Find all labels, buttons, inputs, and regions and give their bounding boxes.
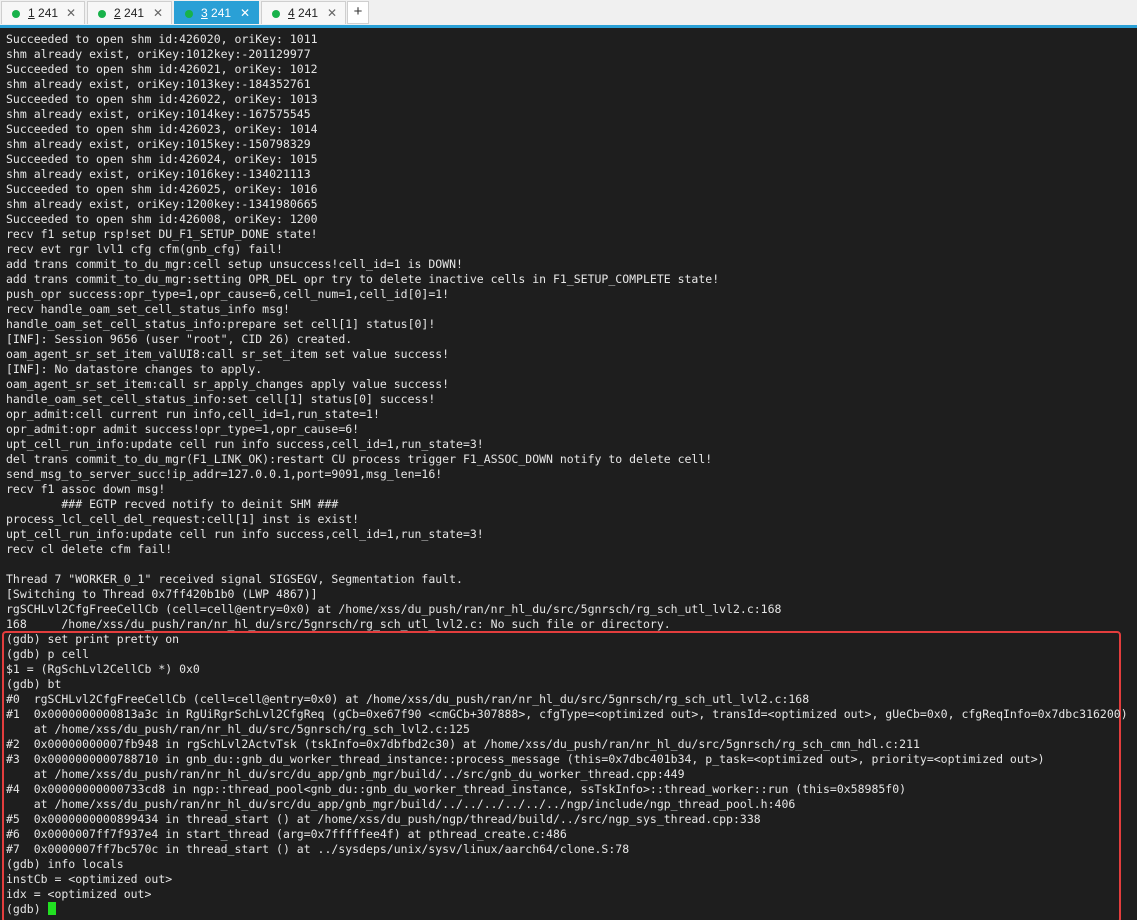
terminal-line: instCb = <optimized out> <box>6 872 173 886</box>
terminal-line: rgSCHLvl2CfgFreeCellCb (cell=cell@entry=… <box>6 602 782 616</box>
terminal-line: recv cl delete cfm fail! <box>6 542 173 556</box>
terminal-line: #6 0x0000007ff7f937e4 in start_thread (a… <box>6 827 567 841</box>
terminal-line: add trans commit_to_du_mgr:cell setup un… <box>6 257 463 271</box>
terminal-line: shm already exist, oriKey:1016key:-13402… <box>6 167 311 181</box>
terminal-line: #3 0x0000000000788710 in gnb_du::gnb_du_… <box>6 752 1045 766</box>
terminal-line: shm already exist, oriKey:1015key:-15079… <box>6 137 311 151</box>
terminal-line: recv f1 assoc down msg! <box>6 482 166 496</box>
terminal-line: 168 /home/xss/du_push/ran/nr_hl_du/src/5… <box>6 617 671 631</box>
tab-bar: 1 241 ✕ 2 241 ✕ 3 241 ✕ 4 241 ✕ + <box>0 0 1137 26</box>
status-dot-icon <box>98 10 106 18</box>
status-dot-icon <box>12 10 20 18</box>
terminal-line: Succeeded to open shm id:426025, oriKey:… <box>6 182 318 196</box>
terminal-line: #2 0x00000000007fb948 in rgSchLvl2ActvTs… <box>6 737 920 751</box>
terminal-line: Succeeded to open shm id:426022, oriKey:… <box>6 92 318 106</box>
terminal-line: #5 0x0000000000899434 in thread_start ()… <box>6 812 761 826</box>
status-dot-icon <box>272 10 280 18</box>
terminal-line: del trans commit_to_du_mgr(F1_LINK_OK):r… <box>6 452 713 466</box>
terminal-line: shm already exist, oriKey:1013key:-18435… <box>6 77 311 91</box>
tab-label: 3 241 <box>201 6 232 20</box>
close-icon[interactable]: ✕ <box>240 6 250 20</box>
terminal-line: (gdb) bt <box>6 677 62 691</box>
terminal-line: Succeeded to open shm id:426008, oriKey:… <box>6 212 318 226</box>
terminal-line: #0 rgSCHLvl2CfgFreeCellCb (cell=cell@ent… <box>6 692 810 706</box>
terminal-line: recv handle_oam_set_cell_status_info msg… <box>6 302 290 316</box>
terminal-line: oam_agent_sr_set_item_valUI8:call sr_set… <box>6 347 450 361</box>
new-tab-button[interactable]: + <box>347 1 369 24</box>
terminal-line: recv evt rgr lvl1 cfg cfm(gnb_cfg) fail! <box>6 242 283 256</box>
terminal-line: Thread 7 "WORKER_0_1" received signal SI… <box>6 572 463 586</box>
tab-session-3[interactable]: 3 241 ✕ <box>174 1 259 24</box>
terminal-line: opr_admit:opr admit success!opr_type=1,o… <box>6 422 360 436</box>
status-dot-icon <box>185 10 193 18</box>
gdb-prompt[interactable]: (gdb) <box>6 902 56 917</box>
terminal-output[interactable]: Succeeded to open shm id:426020, oriKey:… <box>0 28 1137 920</box>
terminal-line: oam_agent_sr_set_item:call sr_apply_chan… <box>6 377 450 391</box>
terminal-line: upt_cell_run_info:update cell run info s… <box>6 437 484 451</box>
tab-label: 4 241 <box>288 6 319 20</box>
terminal-line: $1 = (RgSchLvl2CellCb *) 0x0 <box>6 662 200 676</box>
close-icon[interactable]: ✕ <box>327 6 337 20</box>
terminal-line: [Switching to Thread 0x7ff420b1b0 (LWP 4… <box>6 587 318 601</box>
close-icon[interactable]: ✕ <box>66 6 76 20</box>
tab-session-1[interactable]: 1 241 ✕ <box>1 1 85 24</box>
terminal-line: process_lcl_cell_del_request:cell[1] ins… <box>6 512 360 526</box>
terminal-line: shm already exist, oriKey:1200key:-13419… <box>6 197 318 211</box>
terminal-line: shm already exist, oriKey:1012key:-20112… <box>6 47 311 61</box>
terminal-line: [INF]: No datastore changes to apply. <box>6 362 263 376</box>
terminal-line: Succeeded to open shm id:426023, oriKey:… <box>6 122 318 136</box>
terminal-line: send_msg_to_server_succ!ip_addr=127.0.0.… <box>6 467 443 481</box>
terminal-line: add trans commit_to_du_mgr:setting OPR_D… <box>6 272 720 286</box>
terminal-line: push_opr success:opr_type=1,opr_cause=6,… <box>6 287 450 301</box>
terminal-line: idx = <optimized out> <box>6 887 152 901</box>
terminal-line: ### EGTP recved notify to deinit SHM ### <box>6 497 339 511</box>
terminal-line: handle_oam_set_cell_status_info:set cell… <box>6 392 436 406</box>
tab-session-4[interactable]: 4 241 ✕ <box>261 1 346 24</box>
terminal-line: (gdb) info locals <box>6 857 124 871</box>
tab-label: 2 241 <box>114 6 145 20</box>
close-icon[interactable]: ✕ <box>153 6 163 20</box>
terminal-line: at /home/xss/du_push/ran/nr_hl_du/src/du… <box>6 767 685 781</box>
terminal-line: opr_admit:cell current run info,cell_id=… <box>6 407 380 421</box>
terminal-line: (gdb) set print pretty on <box>6 632 180 646</box>
tab-session-2[interactable]: 2 241 ✕ <box>87 1 172 24</box>
terminal-line: Succeeded to open shm id:426020, oriKey:… <box>6 32 318 46</box>
terminal-line: #7 0x0000007ff7bc570c in thread_start ()… <box>6 842 630 856</box>
terminal-line: #1 0x0000000000813a3c in RgUiRgrSchLvl2C… <box>6 707 1128 721</box>
prompt-text: (gdb) <box>6 902 48 916</box>
terminal-line: (gdb) p cell <box>6 647 90 661</box>
terminal-line: handle_oam_set_cell_status_info:prepare … <box>6 317 436 331</box>
terminal-line: at /home/xss/du_push/ran/nr_hl_du/src/5g… <box>6 722 470 736</box>
terminal-line: #4 0x00000000000733cd8 in ngp::thread_po… <box>6 782 907 796</box>
terminal-line: Succeeded to open shm id:426024, oriKey:… <box>6 152 318 166</box>
terminal-line: at /home/xss/du_push/ran/nr_hl_du/src/du… <box>6 797 796 811</box>
cursor-block <box>47 902 56 915</box>
terminal-line: recv f1 setup rsp!set DU_F1_SETUP_DONE s… <box>6 227 318 241</box>
terminal-line: Succeeded to open shm id:426021, oriKey:… <box>6 62 318 76</box>
tab-label: 1 241 <box>28 6 59 20</box>
terminal-line: shm already exist, oriKey:1014key:-16757… <box>6 107 311 121</box>
terminal-line: upt_cell_run_info:update cell run info s… <box>6 527 484 541</box>
terminal-line: [INF]: Session 9656 (user "root", CID 26… <box>6 332 353 346</box>
